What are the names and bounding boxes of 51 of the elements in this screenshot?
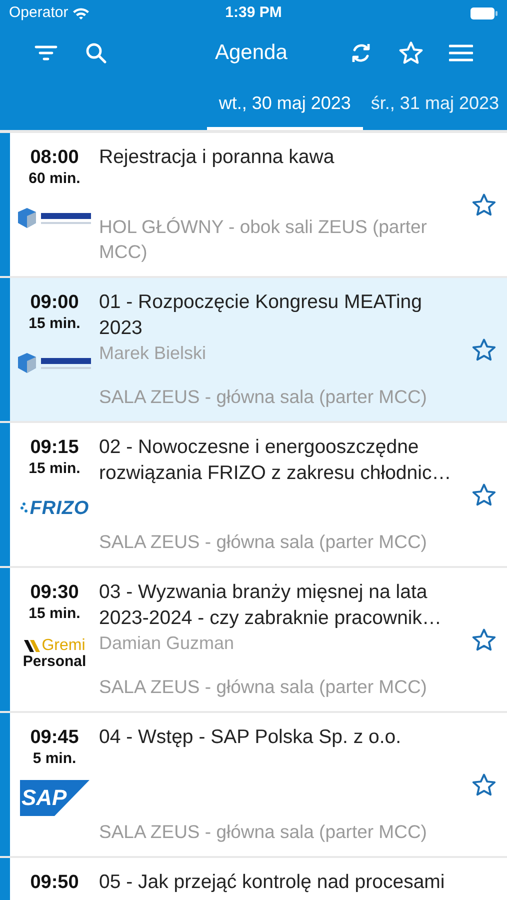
session-title: 04 - Wstęp - SAP Polska Sp. z o.o. — [99, 725, 402, 750]
session-time: 09:30 — [30, 582, 79, 604]
page-title: Agenda — [215, 40, 288, 66]
session-time: 09:15 — [30, 437, 79, 459]
session-location: SALA ZEUS - główna sala (parter MCC) — [99, 675, 428, 699]
sap-logo: SAP — [20, 780, 90, 816]
session-row[interactable]: 09:45 5 min. SAP 04 - Wstęp - SAP Polska Sp. z o.o. SALA ZEUS - główna sala (parter MCC) — [0, 713, 507, 856]
session-location: SALA ZEUS - główna sala (parter MCC) — [99, 530, 428, 554]
session-title: Rejestracja i poranna kawa — [99, 145, 336, 170]
session-time: 09:00 — [30, 292, 79, 314]
session-duration: 5 min. — [32, 749, 76, 769]
menu-icon — [449, 43, 473, 63]
wifi-icon — [72, 7, 90, 20]
session-title: 02 - Nowoczesne i energooszczędne rozwiązania FRIZO z zakresu chłodnic… — [99, 435, 452, 486]
session-duration: 60 min. — [28, 169, 80, 189]
session-row[interactable]: 09:00 15 min. 01 - Rozpoczęcie Kongresu MEATing 2023 Marek Bielski SALA ZEUS - główna sala (parter MCC) — [0, 278, 507, 421]
filter-icon — [34, 44, 58, 62]
star-icon[interactable] — [471, 772, 497, 798]
snowflake-icon — [20, 502, 28, 514]
date-tab[interactable]: wt., 30 maj 2023 — [206, 79, 363, 130]
session-duration: 15 min. — [28, 314, 80, 334]
session-time: 09:50 — [30, 872, 79, 894]
frizo-logo: FRIZO — [30, 498, 90, 518]
session-location: SALA ZEUS - główna sala (parter MCC) — [99, 820, 428, 844]
session-row[interactable]: 09:30 15 min. Gremi Personal 03 - Wyzwania branży mięsnej na lata 2023-2024 - czy zabraknie pracownik… Damian Guzman SALA ZEUS - główna sala (parter MCC) — [0, 568, 507, 711]
star-icon[interactable] — [471, 626, 497, 652]
personal-logo-text: Personal — [22, 654, 86, 668]
session-location: HOL GŁÓWNY - obok sali ZEUS (parter MCC) — [99, 215, 428, 264]
session-row[interactable]: 08:00 60 min. Rejestracja i poranna kawa HOL GŁÓWNY - obok sali ZEUS (parter MCC) — [0, 133, 507, 276]
stripes-icon — [24, 640, 40, 652]
carrier-label: Operator — [9, 3, 68, 24]
session-duration: 15 min. — [28, 459, 80, 479]
session-row[interactable]: 09:50 05 - Jak przejąć kontrolę nad procesami — [0, 858, 507, 900]
session-time: 09:45 — [30, 727, 79, 749]
clock-time: 1:39 PM — [225, 3, 282, 24]
session-title: 03 - Wyzwania branży mięsnej na lata 2023-2024 - czy zabraknie pracownik… — [99, 580, 443, 631]
speaker-name: Marek Bielski — [99, 342, 208, 365]
speaker-name: Damian Guzman — [99, 632, 236, 655]
session-location: SALA ZEUS - główna sala (parter MCC) — [99, 385, 428, 409]
search-icon — [84, 41, 108, 65]
star-icon[interactable] — [471, 336, 497, 362]
star-icon[interactable] — [471, 192, 497, 218]
session-title: 05 - Jak przejąć kontrolę nad procesami — [99, 870, 446, 895]
session-title: 01 - Rozpoczęcie Kongresu MEATing 2023 — [99, 290, 423, 341]
session-duration: 15 min. — [28, 604, 80, 624]
battery-icon — [470, 7, 498, 20]
session-row[interactable]: 09:15 15 min. FRIZO 02 - Nowoczesne i energooszczędne rozwiązania FRIZO z zakresu chłodnic… SALA ZEUS - główna sala (parter MCC) — [0, 423, 507, 566]
star-icon[interactable] — [471, 482, 497, 508]
gremi-logo-text: Gremi — [42, 638, 86, 654]
session-time: 08:00 — [30, 147, 79, 169]
star-icon — [398, 40, 424, 66]
